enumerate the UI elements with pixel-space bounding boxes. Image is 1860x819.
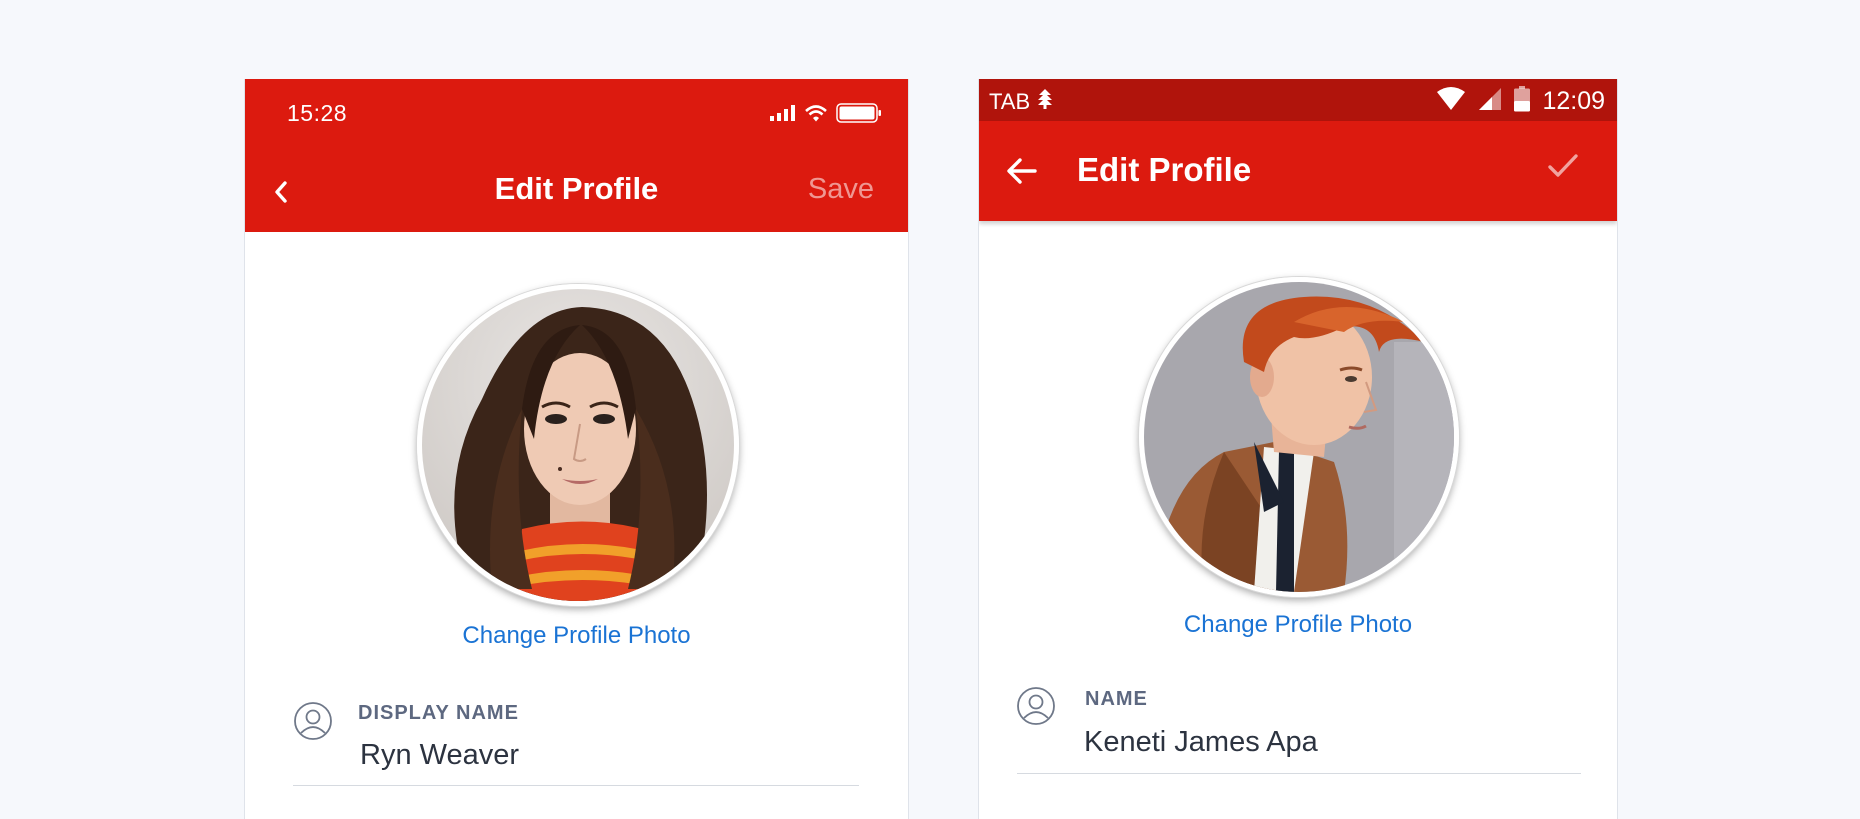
avatar[interactable] <box>417 284 739 606</box>
status-left: TAB <box>989 88 1054 116</box>
save-button[interactable]: Save <box>808 173 874 206</box>
profile-photo <box>1144 282 1454 592</box>
android-toolbar: Edit Profile <box>979 121 1617 221</box>
user-icon <box>1016 686 1056 731</box>
input-underline <box>1017 773 1581 774</box>
status-time: 15:28 <box>287 100 348 126</box>
change-profile-photo-link[interactable]: Change Profile Photo <box>979 611 1617 639</box>
change-profile-photo-link[interactable]: Change Profile Photo <box>245 622 908 650</box>
tab-label: TAB <box>989 89 1031 114</box>
cell-signal-icon <box>1478 87 1502 116</box>
ios-header: 15:28 Edit Profile Save <box>245 79 908 232</box>
save-button[interactable] <box>1547 153 1579 184</box>
back-button[interactable] <box>1007 158 1037 189</box>
wifi-icon <box>1436 87 1466 116</box>
notification-icon <box>1036 88 1054 116</box>
status-icons <box>770 103 882 128</box>
display-name-label: DISPLAY NAME <box>358 702 519 724</box>
avatar[interactable] <box>1139 277 1459 597</box>
signal-icon <box>770 105 796 126</box>
back-arrow-icon <box>1007 158 1037 184</box>
display-name-input[interactable]: Ryn Weaver <box>360 739 519 772</box>
battery-icon <box>1514 86 1531 117</box>
name-input[interactable]: Keneti James Apa <box>1084 726 1318 759</box>
ios-edit-profile-screen: 15:28 Edit Profile Save Change Profile P… <box>244 79 909 819</box>
check-icon <box>1548 154 1578 177</box>
status-time: 12:09 <box>1542 87 1605 115</box>
android-status-bar: TAB 12:09 <box>979 79 1617 121</box>
user-icon <box>293 701 333 746</box>
android-edit-profile-screen: TAB 12:09 Edit Profile Change Profile Ph… <box>978 79 1618 819</box>
battery-icon <box>836 103 882 128</box>
wifi-icon <box>805 104 827 127</box>
profile-photo <box>422 289 734 601</box>
input-underline <box>293 785 859 786</box>
name-label: NAME <box>1085 688 1148 710</box>
page-title: Edit Profile <box>1077 151 1252 188</box>
status-icons: 12:09 <box>1436 86 1605 117</box>
